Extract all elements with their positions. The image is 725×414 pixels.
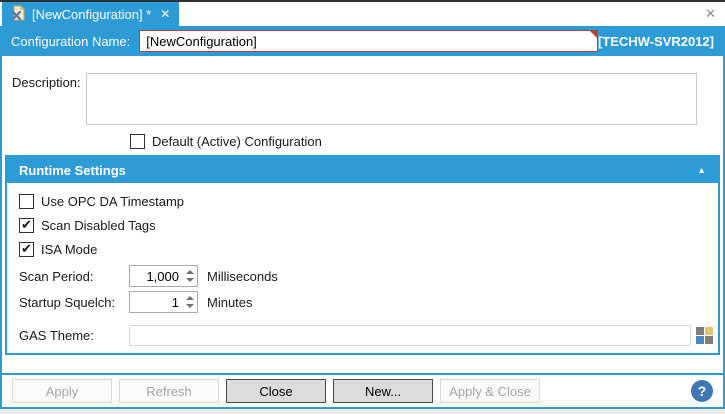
startup-squelch-row: Startup Squelch: Minutes xyxy=(19,291,713,313)
scan-period-row: Scan Period: Milliseconds xyxy=(19,265,713,287)
scan-period-spin-buttons xyxy=(186,266,194,286)
pane-close-icon[interactable]: ✕ xyxy=(705,6,716,22)
tab-title: [NewConfiguration] * xyxy=(32,7,151,22)
description-input[interactable] xyxy=(86,73,697,125)
validation-error-corner-icon xyxy=(590,31,597,38)
description-row: Description: xyxy=(12,73,713,125)
close-button[interactable]: Close xyxy=(226,379,326,403)
isa-mode-label: ISA Mode xyxy=(41,242,97,257)
general-section: Description: Default (Active) Configurat… xyxy=(2,56,723,150)
startup-squelch-unit-label: Minutes xyxy=(207,295,253,310)
spin-up-icon[interactable] xyxy=(186,296,194,300)
scan-period-stepper xyxy=(129,265,198,287)
use-opc-da-timestamp-label: Use OPC DA Timestamp xyxy=(41,194,184,209)
scan-disabled-tags-checkbox[interactable] xyxy=(19,218,34,233)
scan-disabled-tags-label: Scan Disabled Tags xyxy=(41,218,156,233)
configuration-name-label: Configuration Name: xyxy=(11,34,130,49)
default-configuration-checkbox[interactable] xyxy=(130,134,145,149)
configuration-document-icon xyxy=(11,5,26,24)
description-label: Description: xyxy=(12,73,86,125)
tab-bar: [NewConfiguration] * ✕ ✕ xyxy=(0,2,725,26)
gas-theme-label: GAS Theme: xyxy=(19,328,129,343)
isa-mode-checkbox[interactable] xyxy=(19,242,34,257)
runtime-settings-header[interactable]: Runtime Settings ▲ xyxy=(7,157,718,183)
runtime-settings-section: Runtime Settings ▲ Use OPC DA Timestamp … xyxy=(5,155,720,355)
application-window: [NewConfiguration] * ✕ ✕ Configuration N… xyxy=(0,0,725,414)
spin-down-icon[interactable] xyxy=(186,304,194,308)
collapse-arrow-icon[interactable]: ▲ xyxy=(697,165,706,175)
theme-picker-icon[interactable] xyxy=(696,327,713,344)
configuration-name-bar: Configuration Name: [TECHW-SVR2012] xyxy=(2,26,723,56)
use-opc-da-timestamp-checkbox[interactable] xyxy=(19,194,34,209)
gas-theme-input[interactable] xyxy=(129,325,691,346)
opc-da-timestamp-row: Use OPC DA Timestamp xyxy=(19,189,713,213)
tab-newconfiguration[interactable]: [NewConfiguration] * ✕ xyxy=(2,2,179,26)
new-button[interactable]: New... xyxy=(333,379,433,403)
gas-theme-row: GAS Theme: xyxy=(19,324,713,346)
default-configuration-label: Default (Active) Configuration xyxy=(152,134,322,149)
startup-squelch-spin-buttons xyxy=(186,292,194,312)
runtime-settings-title: Runtime Settings xyxy=(19,163,126,178)
refresh-button[interactable]: Refresh xyxy=(119,379,219,403)
startup-squelch-label: Startup Squelch: xyxy=(19,295,129,310)
spin-up-icon[interactable] xyxy=(186,270,194,274)
spin-down-icon[interactable] xyxy=(186,278,194,282)
tab-close-icon[interactable]: ✕ xyxy=(160,7,170,21)
server-name-label: [TECHW-SVR2012] xyxy=(598,34,714,49)
dialog-footer: Apply Refresh Close New... Apply & Close… xyxy=(2,373,723,407)
isa-mode-row: ISA Mode xyxy=(19,237,713,261)
window-bottom-edge xyxy=(0,409,725,414)
default-configuration-row: Default (Active) Configuration xyxy=(130,133,713,150)
configuration-name-input-wrap xyxy=(139,30,598,52)
startup-squelch-stepper xyxy=(129,291,198,313)
configuration-name-input[interactable] xyxy=(139,30,598,52)
runtime-settings-body: Use OPC DA Timestamp Scan Disabled Tags … xyxy=(7,183,718,353)
apply-button[interactable]: Apply xyxy=(12,379,112,403)
scan-period-unit-label: Milliseconds xyxy=(207,269,278,284)
apply-and-close-button[interactable]: Apply & Close xyxy=(440,379,540,403)
scan-disabled-tags-row: Scan Disabled Tags xyxy=(19,213,713,237)
help-icon[interactable]: ? xyxy=(691,380,713,402)
configuration-dialog: Configuration Name: [TECHW-SVR2012] Desc… xyxy=(0,26,725,409)
scan-period-label: Scan Period: xyxy=(19,269,129,284)
